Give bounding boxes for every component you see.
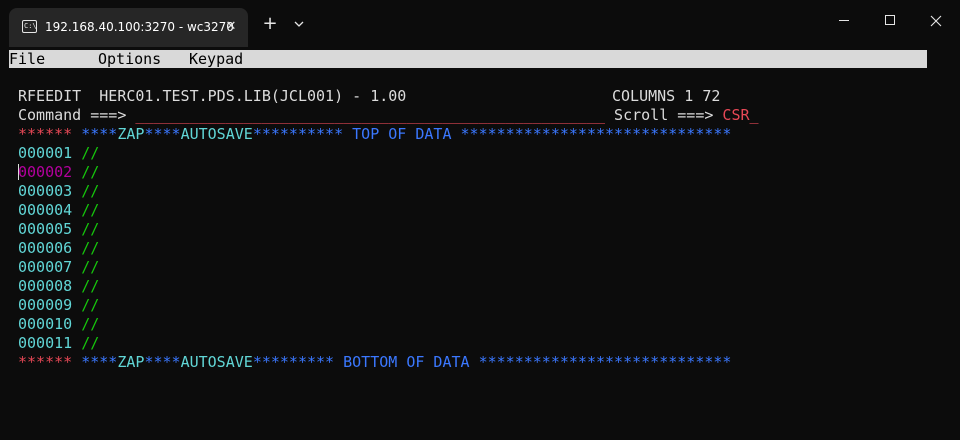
minimize-button[interactable] [821, 0, 867, 40]
command-label: Command ===> [18, 106, 127, 124]
top-zap: ZAP [117, 125, 145, 143]
line-text[interactable]: // [81, 163, 99, 181]
top-of-data-label: TOP OF DATA [343, 125, 461, 143]
bottom-stars-2: **** [144, 353, 181, 371]
line-number[interactable]: 000007 [18, 258, 72, 276]
bottom-of-data-line: ****** ****ZAP****AUTOSAVE********* BOTT… [18, 353, 731, 372]
line-number[interactable]: 000009 [18, 296, 72, 314]
source-line[interactable]: 000004 // [18, 201, 99, 220]
bottom-marker: ****** [18, 353, 73, 371]
maximize-icon [885, 15, 895, 25]
top-stars-1: **** [81, 125, 118, 143]
close-tab-icon[interactable]: ✕ [222, 17, 240, 37]
line-text[interactable]: // [81, 239, 99, 257]
source-line[interactable]: 000011 // [18, 334, 99, 353]
source-line[interactable]: 000001 // [18, 144, 99, 163]
terminal-icon-text: C:\ [24, 22, 37, 30]
line-number[interactable]: 000008 [18, 277, 72, 295]
line-number[interactable]: 000003 [18, 182, 72, 200]
menu-options[interactable]: Options [98, 50, 161, 68]
command-line: Command ===> ___________________________… [18, 106, 759, 125]
top-of-data-line: ****** ****ZAP****AUTOSAVE********** TOP… [18, 125, 731, 144]
tab-title: 192.168.40.100:3270 - wc3270 [45, 20, 234, 34]
dataset-name: HERC01.TEST.PDS.LIB(JCL001) - 1.00 [99, 87, 407, 105]
source-line[interactable]: 000007 // [18, 258, 99, 277]
scroll-input[interactable]: CSR_ [722, 106, 758, 124]
line-number[interactable]: 000006 [18, 239, 72, 257]
line-text[interactable]: // [81, 277, 99, 295]
bottom-stars-4: **************************** [478, 353, 732, 371]
bottom-stars-1: **** [81, 353, 118, 371]
line-text[interactable]: // [81, 258, 99, 276]
source-line[interactable]: 000010 // [18, 315, 99, 334]
columns-to: 72 [702, 87, 721, 105]
columns-indicator: COLUMNS 1 72 [612, 87, 720, 106]
line-text[interactable]: // [81, 296, 99, 314]
bottom-zap: ZAP [117, 353, 145, 371]
line-text[interactable]: // [81, 220, 99, 238]
terminal-icon: C:\ [22, 20, 37, 33]
top-stars-3: ********** [252, 125, 344, 143]
line-number[interactable]: 000010 [18, 315, 72, 333]
columns-from: 1 [684, 87, 694, 105]
line-number[interactable]: 000001 [18, 144, 72, 162]
terminal-tab[interactable]: C:\ 192.168.40.100:3270 - wc3270 ✕ [9, 8, 248, 47]
columns-label: COLUMNS [612, 87, 676, 105]
source-line[interactable]: 000003 // [18, 182, 99, 201]
line-text[interactable]: // [81, 201, 99, 219]
menu-bar: File Options Keypad [9, 50, 927, 68]
bottom-stars-3: ********* [252, 353, 335, 371]
menu-file[interactable]: File [9, 50, 45, 68]
top-stars-2: **** [144, 125, 181, 143]
line-number[interactable]: 000002 [18, 163, 72, 181]
top-stars-4: ****************************** [460, 125, 732, 143]
top-autosave: AUTOSAVE [180, 125, 253, 143]
line-text[interactable]: // [81, 182, 99, 200]
header-line: RFEEDIT HERC01.TEST.PDS.LIB(JCL001) - 1.… [18, 87, 406, 106]
line-number[interactable]: 000011 [18, 334, 72, 352]
source-line[interactable]: 000008 // [18, 277, 99, 296]
source-line[interactable]: 000005 // [18, 220, 99, 239]
line-number[interactable]: 000005 [18, 220, 72, 238]
source-line[interactable]: 000002 // [18, 163, 99, 182]
title-bar: C:\ 192.168.40.100:3270 - wc3270 ✕ + [0, 0, 960, 47]
minimize-icon [839, 20, 849, 21]
line-text[interactable]: // [81, 315, 99, 333]
bottom-of-data-label: BOTTOM OF DATA [334, 353, 479, 371]
close-button[interactable] [913, 0, 959, 40]
source-line[interactable]: 000006 // [18, 239, 99, 258]
scroll-label: Scroll ===> [614, 106, 714, 124]
line-number[interactable]: 000004 [18, 201, 72, 219]
line-text[interactable]: // [81, 144, 99, 162]
source-line[interactable]: 000009 // [18, 296, 99, 315]
chevron-down-icon[interactable] [289, 14, 309, 34]
menu-keypad[interactable]: Keypad [189, 50, 243, 68]
bottom-autosave: AUTOSAVE [180, 353, 253, 371]
line-text[interactable]: // [81, 334, 99, 352]
top-marker: ****** [18, 125, 73, 143]
program-name: RFEEDIT [18, 87, 82, 105]
maximize-button[interactable] [867, 0, 913, 40]
new-tab-button[interactable]: + [258, 14, 282, 34]
close-icon [930, 15, 942, 27]
command-input[interactable]: ________________________________________… [135, 106, 605, 124]
